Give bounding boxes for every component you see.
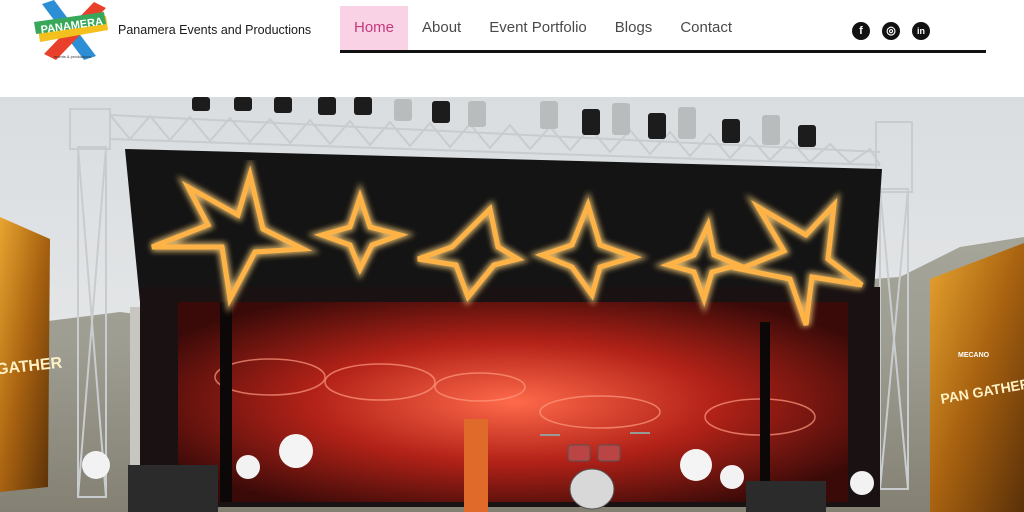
led-screen — [178, 302, 848, 502]
stage-lights — [192, 97, 816, 147]
right-banner: MECANO PAN GATHER — [930, 243, 1024, 512]
brand-name[interactable]: Panamera Events and Productions — [118, 23, 311, 37]
nav-underline — [340, 50, 986, 53]
right-banner-logo: MECANO — [958, 352, 990, 359]
stage-illustration: GATHER MECANO PAN GATHER — [0, 97, 1024, 512]
social-links: f ◎ in — [852, 22, 930, 40]
screen-divider — [760, 322, 770, 502]
nav-home[interactable]: Home — [340, 6, 409, 50]
screen-divider — [220, 302, 232, 502]
brand-logo[interactable]: PANAMERA events & productions — [34, 0, 110, 62]
garland — [464, 419, 488, 512]
nav-contact[interactable]: Contact — [666, 6, 746, 50]
facebook-icon[interactable]: f — [852, 22, 870, 40]
logo-subtext: events & productions — [54, 54, 91, 59]
linkedin-icon[interactable]: in — [912, 22, 930, 40]
main-nav: Home About Event Portfolio Blogs Contact — [340, 6, 746, 50]
instagram-icon[interactable]: ◎ — [882, 22, 900, 40]
nav-blogs[interactable]: Blogs — [601, 6, 667, 50]
nav-about[interactable]: About — [408, 6, 475, 50]
nav-event-portfolio[interactable]: Event Portfolio — [475, 6, 601, 50]
site-header: PANAMERA events & productions Panamera E… — [0, 0, 1024, 97]
hero-image: GATHER MECANO PAN GATHER — [0, 97, 1024, 512]
